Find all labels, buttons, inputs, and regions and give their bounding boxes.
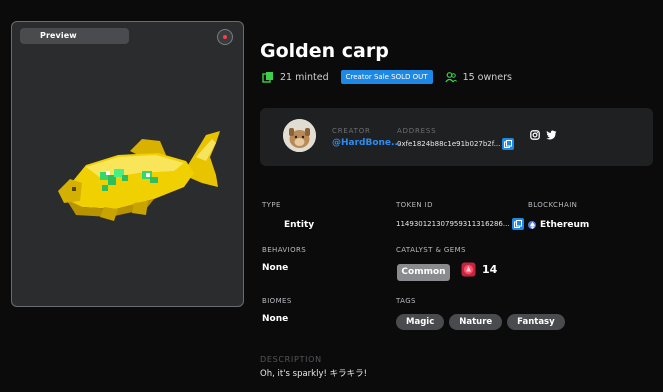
tags-list: Magic Nature Fantasy [396, 314, 565, 330]
tag-chip[interactable]: Nature [449, 314, 503, 330]
sale-status-badge: Creator Sale SOLD OUT [340, 70, 433, 84]
blockchain-row: Ethereum [528, 220, 589, 230]
gems-row: 14 [461, 262, 497, 277]
twitter-icon[interactable] [546, 130, 557, 140]
blockchain-value: Ethereum [540, 220, 590, 230]
creator-name-link[interactable]: @HardBone... [332, 138, 401, 148]
social-links [530, 130, 557, 140]
behaviors-value: None [262, 263, 289, 273]
creator-avatar[interactable] [283, 119, 316, 152]
token-id-row: 114930121307959311316286... [396, 218, 524, 230]
minted-count: 21 minted [280, 71, 329, 83]
instagram-icon[interactable] [530, 130, 540, 140]
description-text: Oh, it's sparkly! キラキラ! [260, 369, 368, 379]
address-row: 0xfe1824b88c1e91b027b2f... [397, 138, 515, 150]
preview-label: Preview [20, 28, 129, 44]
copy-address-icon[interactable] [502, 138, 515, 150]
gems-count: 14 [482, 263, 498, 276]
asset-title: Golden carp [260, 40, 389, 62]
preview-card[interactable]: Preview [11, 21, 244, 307]
dog-avatar-icon [283, 119, 316, 152]
description-label: DESCRIPTION [260, 355, 322, 364]
biomes-label: BIOMES [262, 297, 292, 305]
token-id-label: TOKEN ID [396, 201, 433, 209]
owners-count: 15 owners [462, 71, 512, 83]
golden-carp-model[interactable] [46, 117, 226, 237]
copy-token-icon[interactable] [511, 218, 524, 230]
copies-icon [262, 72, 273, 83]
creator-label: CREATOR [332, 127, 371, 135]
ethereum-icon [528, 221, 536, 229]
gem-icon [461, 262, 476, 277]
owners-link[interactable]: 15 owners [444, 71, 512, 83]
blockchain-label: BLOCKCHAIN [528, 201, 578, 209]
catalyst-rarity-pill[interactable]: Common [397, 264, 450, 281]
catalyst-label: CATALYST & GEMS [396, 246, 466, 254]
record-dot-icon [223, 35, 227, 39]
type-label: TYPE [262, 201, 281, 209]
behaviors-label: BEHAVIORS [262, 246, 307, 254]
owners-icon [444, 72, 457, 83]
tag-chip[interactable]: Magic [396, 314, 445, 330]
tag-chip[interactable]: Fantasy [507, 314, 565, 330]
creator-block: CREATOR @HardBone... [332, 127, 401, 148]
biomes-value: None [262, 314, 289, 324]
type-value: Entity [284, 220, 315, 230]
address-value: 0xfe1824b88c1e91b027b2f... [397, 140, 501, 148]
address-label: ADDRESS [397, 127, 437, 135]
tags-label: TAGS [396, 297, 416, 305]
token-id-value: 114930121307959311316286... [396, 220, 510, 228]
asset-meta-row: 21 minted Creator Sale SOLD OUT 15 owner… [262, 70, 512, 84]
record-button[interactable] [217, 29, 233, 45]
creator-panel: CREATOR @HardBone... ADDRESS 0xfe1824b88… [260, 108, 653, 166]
address-block: ADDRESS 0xfe1824b88c1e91b027b2f... [397, 127, 515, 150]
